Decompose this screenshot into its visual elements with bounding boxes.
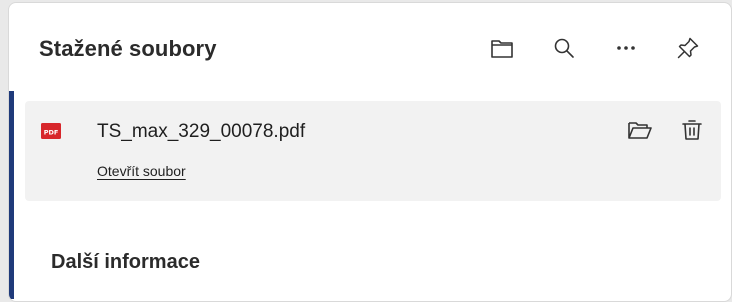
open-folder-icon	[627, 119, 653, 146]
file-name: TS_max_329_00078.pdf	[97, 121, 306, 142]
search-icon	[553, 37, 575, 59]
download-item[interactable]: PDF TS_max_329_00078.pdf Otevřít soubor	[25, 101, 721, 201]
panel-title: Stažené soubory	[39, 36, 217, 61]
open-file-link[interactable]: Otevřít soubor	[97, 163, 186, 179]
more-icon	[615, 37, 637, 59]
show-in-folder-button[interactable]	[623, 115, 657, 149]
pdf-badge-text: PDF	[44, 129, 59, 137]
more-info-link[interactable]: Další informace	[51, 251, 200, 274]
search-downloads-button[interactable]	[547, 31, 581, 65]
delete-download-button[interactable]	[675, 115, 709, 149]
more-options-button[interactable]	[609, 31, 643, 65]
pdf-file-icon: PDF	[41, 123, 61, 139]
trash-icon	[681, 118, 703, 147]
focus-accent-bar	[9, 91, 14, 299]
downloads-header: Stažené soubory	[9, 3, 731, 89]
open-downloads-folder-button[interactable]	[485, 31, 519, 65]
folder-icon	[490, 37, 514, 59]
downloads-panel: Stažené soubory PDF TS_max_329_00078.pdf…	[8, 2, 732, 302]
pin-icon	[676, 36, 700, 60]
pin-panel-button[interactable]	[671, 31, 705, 65]
